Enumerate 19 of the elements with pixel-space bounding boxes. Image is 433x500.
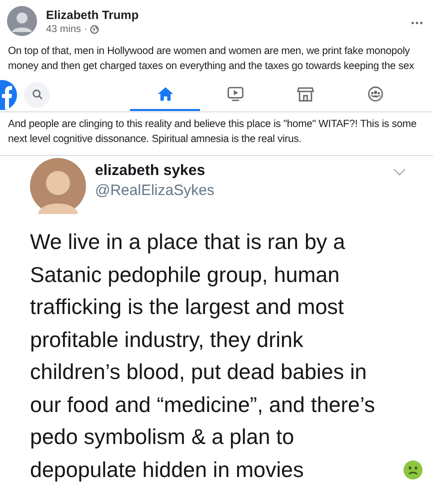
author-name[interactable]: Elizabeth Trump xyxy=(46,8,139,22)
post-text: On top of that, men in Hollywood are women and women are men, we print fake monopoly money and then get charged taxes on everything and the taxes go towards keeping the sex xyxy=(7,45,416,74)
post-text: And people are clinging to this reality and believe this place is "home" WITAF?! This is some next level cognitive dissonance. Spiritual amnesia is the real virus. xyxy=(7,118,418,146)
groups-icon xyxy=(366,86,384,102)
separator: · xyxy=(84,24,88,35)
more-options-icon[interactable] xyxy=(411,21,423,25)
video-icon xyxy=(226,86,244,102)
post-time[interactable]: 43 mins xyxy=(46,24,82,35)
search-icon xyxy=(32,89,42,100)
home-icon xyxy=(156,86,174,102)
avatar xyxy=(30,158,86,214)
store-icon xyxy=(296,86,314,102)
avatar[interactable] xyxy=(7,6,37,36)
search-button[interactable] xyxy=(24,82,50,108)
nauseated-face-icon xyxy=(403,460,423,480)
tweet-text: We live in a place that is ran by a Satanic pedophile group, human trafficking is the largest and most profitable industry, they drink children’s blood, put dead babies in our food and “medicine”, and there’s pedo symbolism & a plan to depopulate hidden in movies xyxy=(30,229,376,484)
logo-icon[interactable] xyxy=(0,78,20,110)
tweet-handle: @RealElizaSykes xyxy=(95,182,214,198)
tweet-author-name: elizabeth sykes xyxy=(95,162,206,178)
